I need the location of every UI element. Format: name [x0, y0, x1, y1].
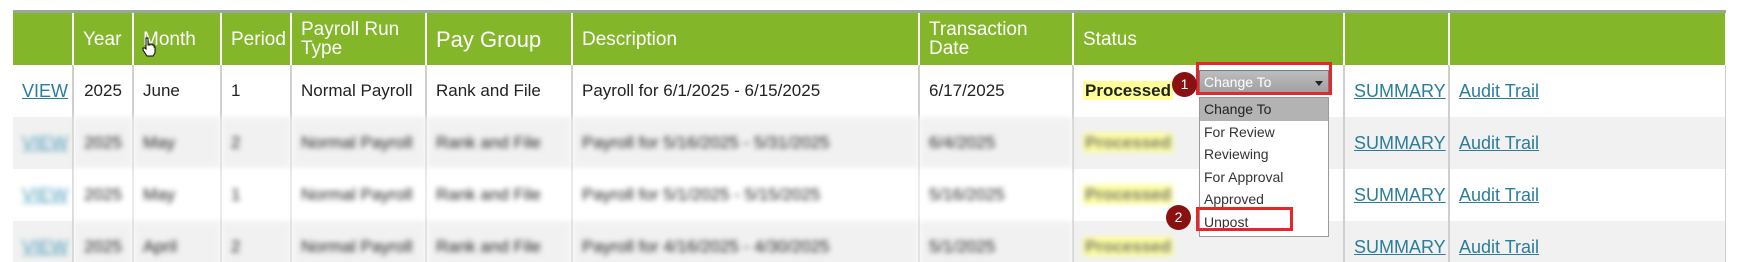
year-cell: 2025 — [73, 169, 134, 221]
audit-trail-link[interactable]: Audit Trail — [1459, 237, 1539, 257]
table-row: VIEW 2025 May 1 Normal Payroll Rank and … — [13, 169, 1726, 221]
pay-group-cell: Rank and File — [426, 117, 573, 169]
period-cell: 1 — [221, 169, 292, 221]
col-header-audit — [1449, 13, 1726, 65]
pay-group-cell: Rank and File — [426, 169, 573, 221]
run-type-cell: Normal Payroll — [291, 221, 427, 262]
status-badge: Processed — [1083, 133, 1173, 152]
description-cell: Payroll for 5/16/2025 - 5/31/2025 — [572, 117, 920, 169]
run-type-cell: Normal Payroll — [291, 117, 427, 169]
table-row: VIEW 2025 June 1 Normal Payroll Rank and… — [13, 65, 1726, 117]
summary-link[interactable]: SUMMARY — [1354, 81, 1446, 101]
col-header-transaction-date[interactable]: Transaction Date — [919, 13, 1074, 65]
hand-pointer-icon — [142, 37, 156, 57]
status-badge: Processed — [1083, 185, 1173, 204]
status-badge: Processed — [1083, 81, 1173, 100]
col-header-summary — [1344, 13, 1450, 65]
description-cell: Payroll for 4/16/2025 - 4/30/2025 — [572, 221, 920, 262]
description-cell: Payroll for 6/1/2025 - 6/15/2025 — [572, 65, 920, 117]
col-header-pay-group[interactable]: Pay Group — [426, 13, 573, 65]
summary-link[interactable]: SUMMARY — [1354, 185, 1446, 205]
month-cell: April — [133, 221, 222, 262]
transaction-date-cell: 5/1/2025 — [919, 221, 1074, 262]
col-header-run-type[interactable]: Payroll Run Type — [291, 13, 427, 65]
description-cell: Payroll for 5/1/2025 - 5/15/2025 — [572, 169, 920, 221]
step-badge-2: 2 — [1166, 205, 1191, 230]
view-link[interactable]: VIEW — [22, 237, 68, 257]
run-type-cell: Normal Payroll — [291, 169, 427, 221]
col-header-year[interactable]: Year — [73, 13, 134, 65]
step-badge-1: 1 — [1172, 72, 1197, 97]
table-header-row: Year Month Period Payroll Run Type Pay G… — [13, 13, 1726, 65]
table-row: VIEW 2025 April 2 Normal Payroll Rank an… — [13, 221, 1726, 262]
transaction-date-cell: 6/17/2025 — [919, 65, 1074, 117]
status-badge: Processed — [1083, 237, 1173, 256]
view-link[interactable]: VIEW — [22, 133, 68, 153]
option-reviewing[interactable]: Reviewing — [1200, 143, 1328, 166]
period-cell: 2 — [221, 221, 292, 262]
option-for-approval[interactable]: For Approval — [1200, 166, 1328, 189]
pay-group-cell: Rank and File — [426, 65, 573, 117]
month-cell: May — [133, 117, 222, 169]
col-header-description[interactable]: Description — [572, 13, 920, 65]
audit-trail-link[interactable]: Audit Trail — [1459, 81, 1539, 101]
view-link[interactable]: VIEW — [22, 185, 68, 205]
year-cell: 2025 — [73, 117, 134, 169]
view-link[interactable]: VIEW — [22, 81, 68, 101]
period-cell: 1 — [221, 65, 292, 117]
year-cell: 2025 — [73, 65, 134, 117]
highlight-box-unpost — [1196, 207, 1293, 231]
summary-link[interactable]: SUMMARY — [1354, 133, 1446, 153]
highlight-box-select — [1196, 62, 1332, 95]
table-row: VIEW 2025 May 2 Normal Payroll Rank and … — [13, 117, 1726, 169]
pay-group-cell: Rank and File — [426, 221, 573, 262]
month-cell: May — [133, 169, 222, 221]
audit-trail-link[interactable]: Audit Trail — [1459, 133, 1539, 153]
payroll-grid-frame: Year Month Period Payroll Run Type Pay G… — [13, 10, 1726, 262]
col-header-status[interactable]: Status — [1073, 13, 1345, 65]
payroll-table: Year Month Period Payroll Run Type Pay G… — [13, 13, 1726, 262]
year-cell: 2025 — [73, 221, 134, 262]
col-header-period[interactable]: Period — [221, 13, 292, 65]
period-cell: 2 — [221, 117, 292, 169]
option-for-review[interactable]: For Review — [1200, 121, 1328, 144]
run-type-cell: Normal Payroll — [291, 65, 427, 117]
audit-trail-link[interactable]: Audit Trail — [1459, 185, 1539, 205]
col-header-action — [13, 13, 74, 65]
month-cell: June — [133, 65, 222, 117]
transaction-date-cell: 6/4/2025 — [919, 117, 1074, 169]
transaction-date-cell: 5/16/2025 — [919, 169, 1074, 221]
summary-link[interactable]: SUMMARY — [1354, 237, 1446, 257]
option-change-to[interactable]: Change To — [1200, 98, 1328, 121]
